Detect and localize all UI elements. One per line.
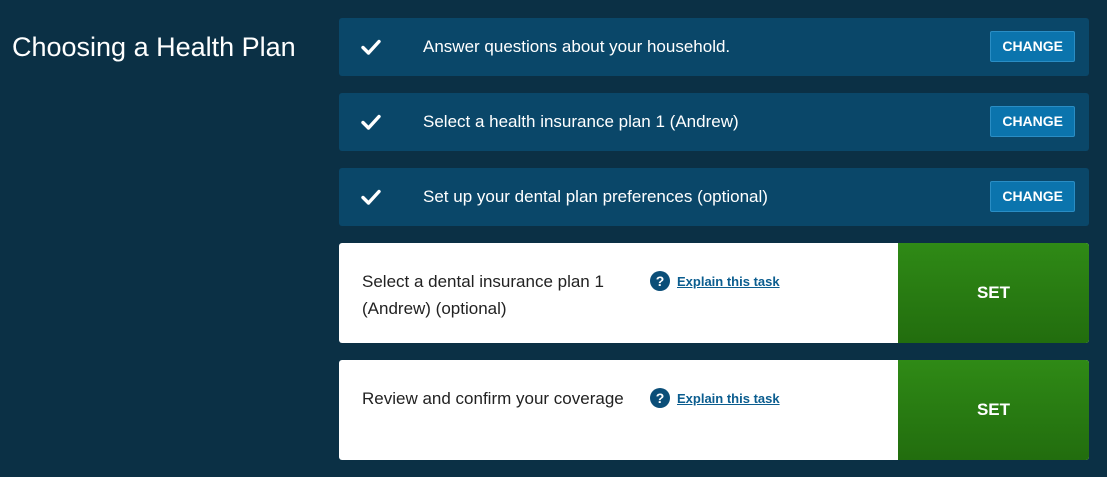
completed-task-row: Set up your dental plan preferences (opt… [339,168,1089,226]
explain-task-link[interactable]: Explain this task [677,391,780,406]
explain-task-link[interactable]: Explain this task [677,274,780,289]
pending-task-row: Review and confirm your coverage ? Expla… [339,360,1089,460]
task-label: Set up your dental plan preferences (opt… [423,187,768,206]
explain-task: ? Explain this task [650,388,780,408]
pending-task-row: Select a dental insurance plan 1 (Andrew… [339,243,1089,343]
task-label: Review and confirm your coverage [362,389,624,408]
help-icon[interactable]: ? [650,388,670,408]
set-button[interactable]: SET [898,360,1089,460]
task-list: Answer questions about your household. C… [339,18,1089,477]
change-button[interactable]: CHANGE [990,181,1075,212]
page-title: Choosing a Health Plan [12,32,296,62]
task-label: Select a dental insurance plan 1 (Andrew… [362,272,604,318]
explain-task: ? Explain this task [650,271,780,291]
task-label: Answer questions about your household. [423,37,731,56]
task-label: Select a health insurance plan 1 (Andrew… [423,112,739,131]
help-icon[interactable]: ? [650,271,670,291]
checkmark-icon [361,189,381,205]
change-button[interactable]: CHANGE [990,106,1075,137]
completed-task-row: Select a health insurance plan 1 (Andrew… [339,93,1089,151]
completed-task-row: Answer questions about your household. C… [339,18,1089,76]
checkmark-icon [361,114,381,130]
set-button[interactable]: SET [898,243,1089,343]
checkmark-icon [361,39,381,55]
change-button[interactable]: CHANGE [990,31,1075,62]
